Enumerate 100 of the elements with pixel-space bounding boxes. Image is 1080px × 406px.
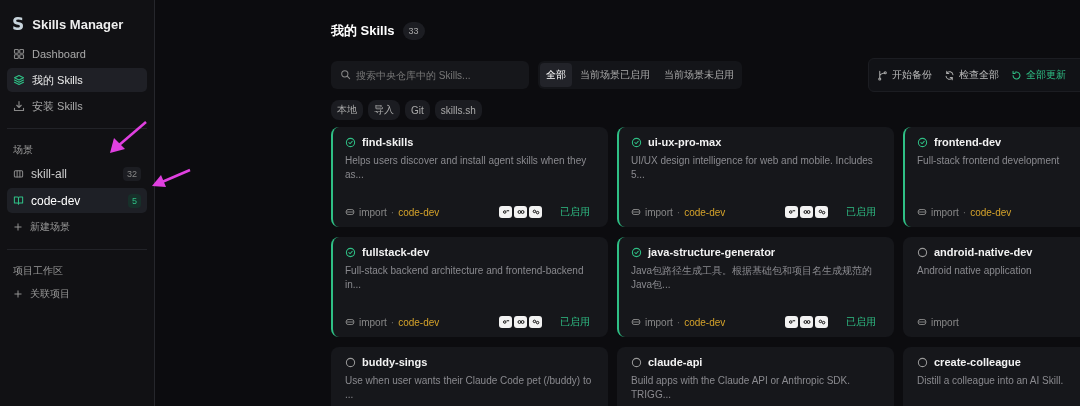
scene-label: code-dev [970,206,1012,218]
new-scene-button[interactable]: 新建场景 [7,215,147,239]
drive-icon [917,317,927,327]
plus-icon [13,289,23,299]
book-icon [13,195,24,206]
scene-label: code-dev [398,206,440,218]
source-label: import [359,316,387,328]
status-label: 已启用 [846,315,876,329]
agent-icon [499,316,512,328]
source-label: import [645,206,673,218]
agent-icon [529,206,542,218]
drive-icon [345,207,355,217]
empty-circle-icon [917,246,928,258]
separator-dot: · [676,206,681,218]
count-badge: 33 [402,22,425,40]
skill-card[interactable]: claude-api Build apps with the Claude API or Anthropic SDK. TRIGG... [617,347,894,406]
skill-card[interactable]: create-colleague Distill a colleague into an AI Skill. [903,347,1080,406]
section-heading: 项目工作区 [12,264,64,278]
source-label: import [359,206,387,218]
skill-description: Distill a colleague into an AI Skill. [917,374,1064,388]
nav-item[interactable]: 我的 Skills [7,68,147,92]
source-tag[interactable]: 本地 [331,100,363,120]
separator-dot: · [390,316,395,328]
source-tag[interactable]: Git [405,100,430,120]
agent-icon [785,206,798,218]
search-field[interactable]: 搜索中央仓库中的 Skills... [331,61,529,89]
source-tag[interactable]: skills.sh [434,100,482,120]
source-tag[interactable]: 导入 [368,100,400,120]
filter-tab[interactable]: 当前场景已启用 [574,63,656,87]
app-logo: S [12,14,25,34]
separator-dot: · [676,316,681,328]
drive-icon [917,207,927,217]
drive-icon [631,317,641,327]
skill-name: create-colleague [934,356,1021,368]
scene-label: code-dev [684,316,726,328]
action-button[interactable]: 检查全部 [944,68,999,82]
nav-item[interactable]: Dashboard [7,42,147,66]
skill-card[interactable]: ui-ux-pro-max UI/UX design intelligence for web and mobile. Includes 5... import · code-dev 已启用 [617,127,894,227]
section-heading: 场景 [12,143,34,157]
status-label: 已启用 [560,205,590,219]
check-circle-icon [631,136,642,148]
skill-description: Use when user wants their Claude Code pet (/buddy) to ... [345,374,593,402]
status-label: 已启用 [560,315,590,329]
skill-name: fullstack-dev [362,246,430,258]
page-title: 我的 Skills [331,22,395,40]
download-icon [13,100,25,112]
scene-item[interactable]: code-dev 5 [7,188,147,213]
app-title: Skills Manager [32,16,124,32]
agent-icon [800,316,813,328]
skill-name: claude-api [648,356,703,368]
drive-icon [345,317,355,327]
agent-icon [815,316,828,328]
agent-icon [499,206,512,218]
source-label: import [645,316,673,328]
scene-item[interactable]: skill-all 32 [7,161,147,186]
skill-description: Helps users discover and install agent skills when they as... [345,154,588,182]
skill-card[interactable]: find-skills Helps users discover and install agent skills when they as... import · code-dev 已启用 [331,127,608,227]
skill-name: buddy-sings [362,356,428,368]
skill-description: UI/UX design intelligence for web and mobile. Includes 5... [631,154,874,182]
drive-icon [631,207,641,217]
annotation-arrow [152,168,191,187]
grid-icon [13,48,25,60]
action-button[interactable]: 全部更新 [1011,68,1066,82]
skill-name: frontend-dev [934,136,1002,148]
skill-name: java-structure-generator [648,246,776,258]
skill-name: android-native-dev [934,246,1033,258]
nav-item[interactable]: 安装 Skills [7,94,147,118]
scene-label: code-dev [684,206,726,218]
separator-dot: · [962,206,967,218]
agent-icon [514,206,527,218]
filter-tab[interactable]: 全部 [540,63,572,87]
box-icon [13,168,24,179]
skill-card[interactable]: java-structure-generator Java包路径生成工具。根据基础包和项目名生成规范的Java包... import · code-dev 已启用 [617,237,894,337]
annotation-arrow [110,121,147,153]
source-label: import [931,316,959,328]
agent-icon [529,316,542,328]
filter-tab[interactable]: 当前场景未启用 [658,63,740,87]
skill-description: Java包路径生成工具。根据基础包和项目名生成规范的Java包... [631,264,874,292]
skill-name: ui-ux-pro-max [648,136,722,148]
separator-dot: · [390,206,395,218]
source-label: import [931,206,959,218]
update-icon [1011,69,1022,81]
agent-icon [514,316,527,328]
skill-card[interactable]: android-native-dev Android native application import [903,237,1080,337]
branch-icon [877,69,888,81]
check-circle-icon [631,246,642,258]
link-project-button[interactable]: 关联项目 [7,282,147,306]
skill-name: find-skills [362,136,414,148]
empty-circle-icon [345,356,356,368]
plus-icon [13,222,23,232]
layers-icon [13,74,25,86]
skill-card[interactable]: fullstack-dev Full-stack backend architecture and frontend-backend in... import · code-dev 已启用 [331,237,608,337]
skill-card[interactable]: buddy-sings Use when user wants their Claude Code pet (/buddy) to ... [331,347,608,406]
skill-description: Build apps with the Claude API or Anthropic SDK. TRIGG... [631,374,851,402]
skill-description: Full-stack frontend development [917,154,1060,168]
skill-description: Full-stack backend architecture and frontend-backend in... [345,264,585,292]
skill-card[interactable]: frontend-dev Full-stack frontend development import · code-dev [903,127,1080,227]
agent-icon [800,206,813,218]
agent-icon [785,316,798,328]
action-button[interactable]: 开始备份 [877,68,932,82]
